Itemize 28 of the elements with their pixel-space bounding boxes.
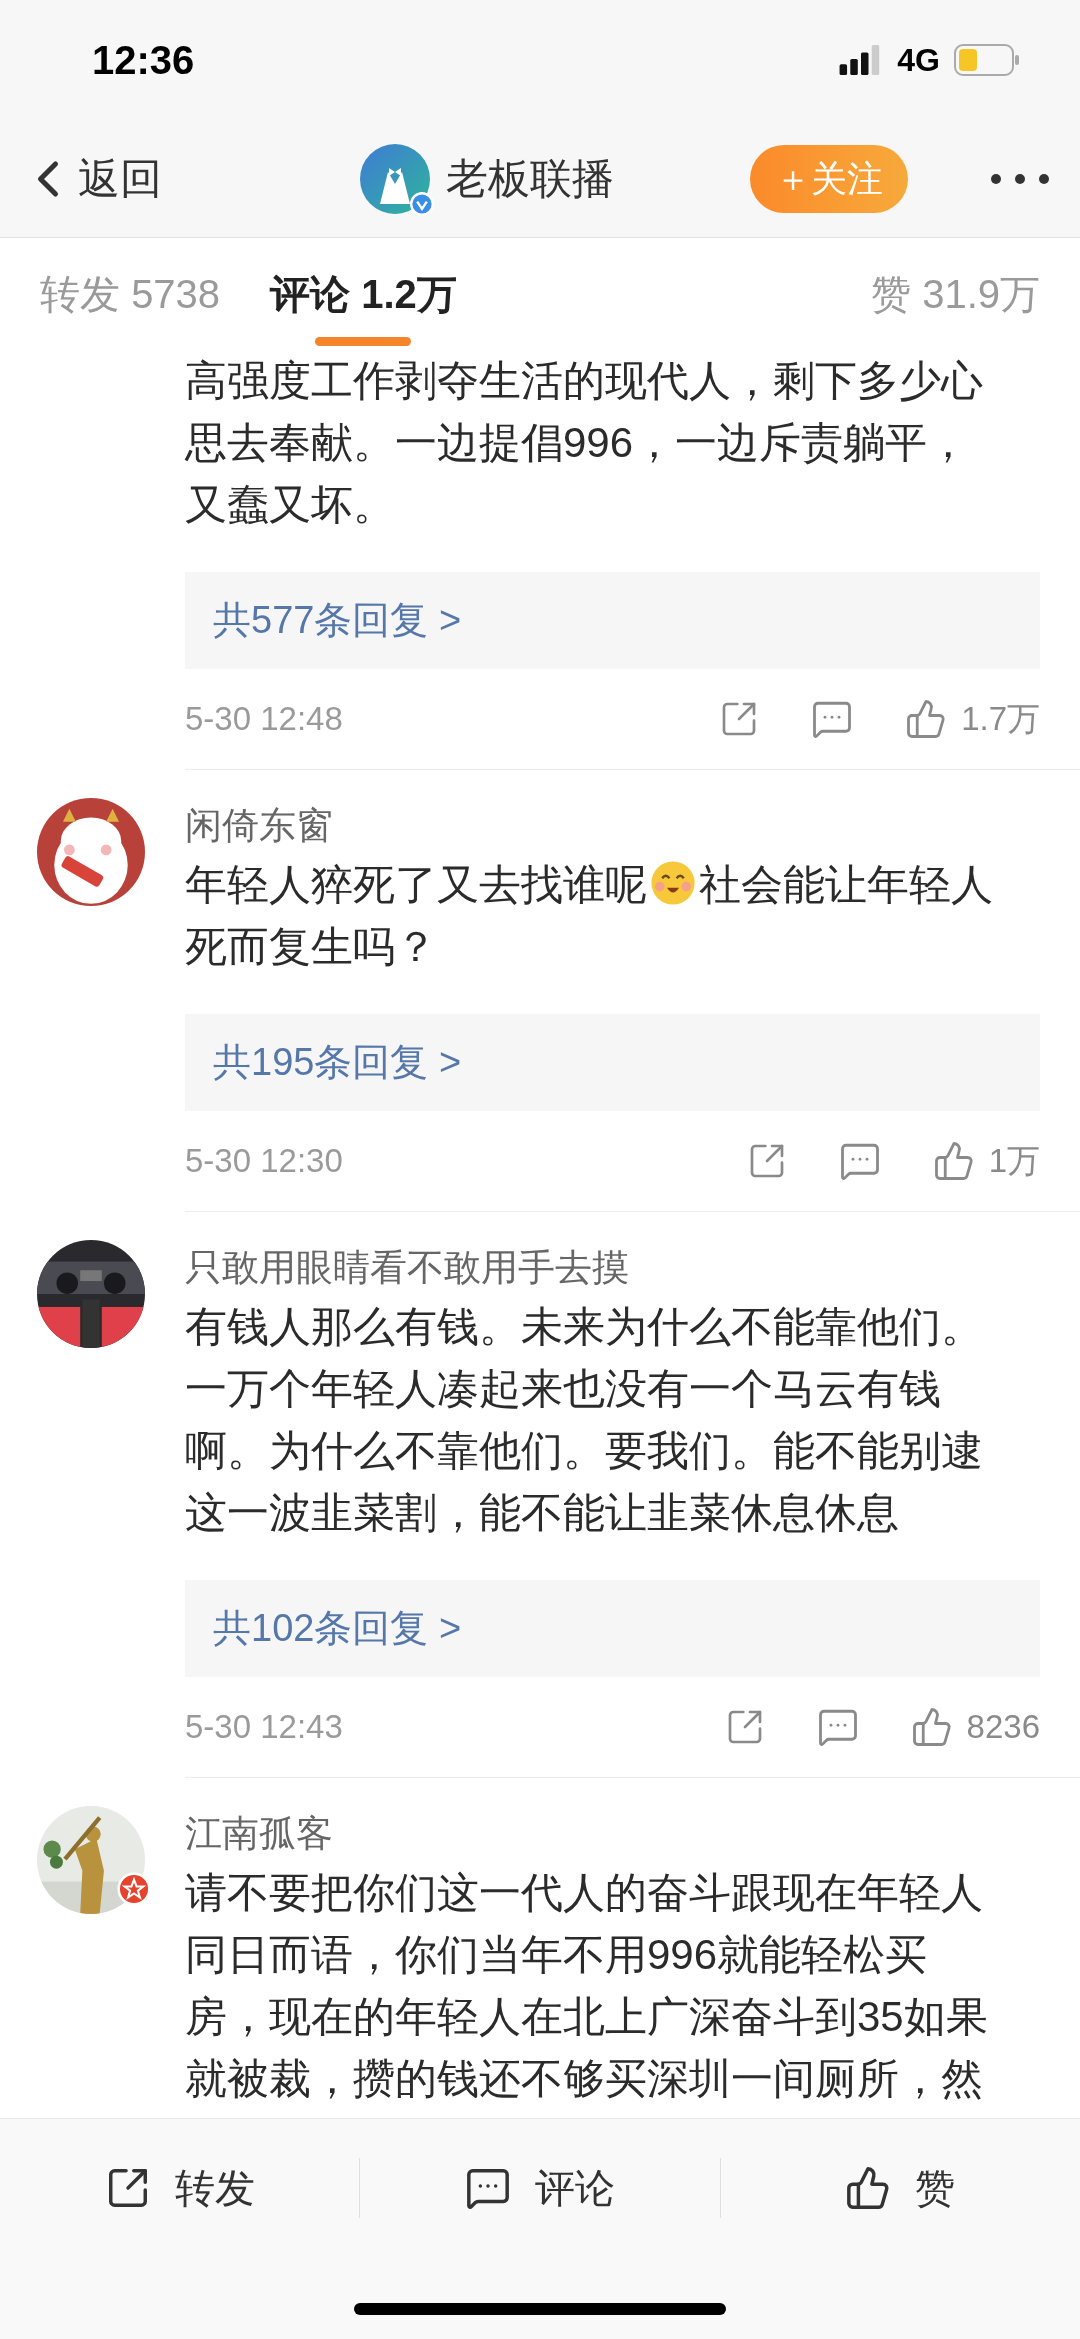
comment-text: 请不要把你们这一代人的奋斗跟现在年轻人同日而语，你们当年不用996就能轻松买房，现在的年轻人在北上广深奋斗到35如果就被裁，攒的钱还不够买深圳一间厕所，然 [185,1868,989,2104]
username[interactable]: 闲倚东窗 [185,798,1040,854]
more-icon[interactable] [990,172,1050,185]
comment-date: 5-30 12:30 [185,1141,343,1182]
replies-link[interactable]: 共577条回复 > [185,572,1040,669]
emoji-icon [649,859,697,907]
action-button[interactable]: 转发 [104,2158,255,2218]
battery-icon [954,44,1020,76]
like-count: 8236 [966,1707,1040,1748]
comment-date: 5-30 12:43 [185,1707,343,1748]
like-count: 1万 [988,1141,1040,1182]
action-button[interactable]: 赞 [845,2158,956,2218]
comment-text: 有钱人那么有钱。未来为什么不能靠他们。一万个年轻人凑起来也没有一个马云有钱啊。为什么不靠他们。要我们。能不能别逮这一波韭菜割，能不能让韭菜休息休息 [185,1302,984,1538]
action-button[interactable]: 评论 [465,2158,615,2218]
comment-text: 年轻人猝死了又去找谁呢 社会能让年轻人死而复生吗？ [185,858,994,972]
comment-text: 高强度工作剥夺生活的现代人，剩下多少心思去奉献。一边提倡996，一边斥责躺平，又蠢又坏。 [185,356,984,530]
username[interactable]: 只敢用眼睛看不敢用手去摸 [185,1240,1040,1296]
network-label: 4G [897,41,940,80]
account-avatar [360,143,430,214]
back-button[interactable]: 返回 [30,147,360,210]
tab[interactable]: 评论 1.2万 [270,238,457,350]
comment-date: 5-30 12:48 [185,699,343,740]
status-time: 12:36 [92,37,195,84]
username[interactable]: 江南孤客 [185,1806,1040,1862]
replies-link[interactable]: 共195条回复 > [185,1014,1040,1111]
account-name[interactable]: 老板联播 [446,147,614,210]
like-count: 1.7万 [961,699,1040,740]
replies-link[interactable]: 共102条回复 > [185,1580,1040,1677]
